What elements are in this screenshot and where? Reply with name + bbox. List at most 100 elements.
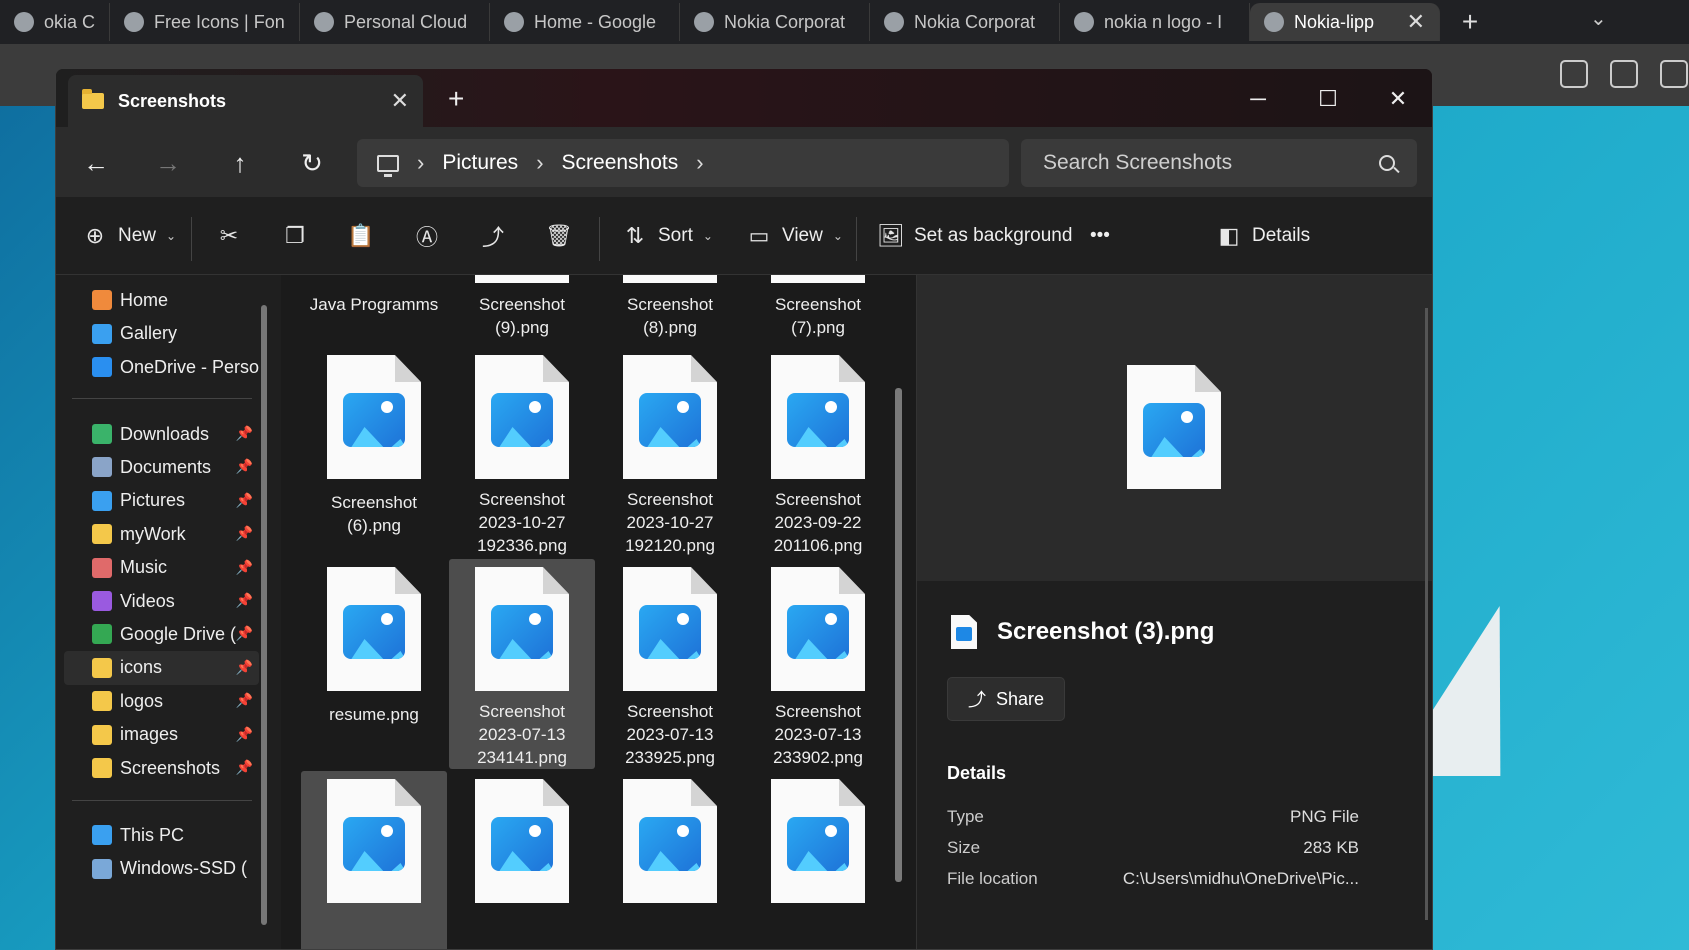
view-button[interactable]: ▭ View ⌄ [746, 217, 843, 255]
sidebar-item-music[interactable]: Music 📌 [64, 551, 259, 585]
file-item[interactable]: Screenshot (8).png [597, 275, 743, 339]
file-item[interactable] [301, 771, 447, 949]
forward-button[interactable]: → [150, 145, 186, 181]
refresh-button[interactable]: ↻ [294, 145, 330, 181]
sidebar-scrollbar[interactable] [261, 305, 267, 925]
delete-button[interactable]: 🗑 [545, 217, 573, 255]
browser-tab-label: okia Corporat [44, 11, 95, 32]
sidebar-item-mywork[interactable]: myWork 📌 [64, 517, 259, 551]
sidebar-item-onedrive-persor[interactable]: OneDrive - Persor [64, 350, 259, 384]
browser-tab[interactable]: Nokia Corporat [870, 3, 1060, 41]
sidebar-item-pictures[interactable]: Pictures 📌 [64, 484, 259, 518]
pin-icon[interactable]: 📌 [236, 525, 253, 542]
this-pc-icon[interactable] [377, 154, 399, 177]
extensions-icon[interactable] [1560, 60, 1588, 88]
minimize-button[interactable]: ─ [1238, 79, 1278, 119]
sidebar-item-screenshots[interactable]: Screenshots 📌 [64, 751, 259, 785]
pin-icon[interactable]: 📌 [236, 492, 253, 509]
sidebar-icon[interactable] [1610, 60, 1638, 88]
sidebar-divider [72, 398, 252, 399]
wallet-icon[interactable] [1660, 60, 1688, 88]
pin-icon[interactable]: 📌 [236, 726, 253, 743]
file-item[interactable]: Screenshot 2023-09-22 201106.png [745, 347, 891, 557]
file-grid-scrollbar[interactable] [895, 388, 902, 882]
breadcrumb-screenshots[interactable]: Screenshots [562, 151, 679, 175]
sidebar-item-home[interactable]: Home [64, 283, 259, 317]
sidebar-item-images[interactable]: images 📌 [64, 718, 259, 752]
image-file-icon [951, 615, 977, 649]
breadcrumb-separator[interactable]: › [696, 150, 703, 176]
file-item[interactable] [745, 771, 891, 949]
file-item[interactable]: Screenshot 2023-07-13 233902.png [745, 559, 891, 769]
browser-tab[interactable]: Nokia-lipp ✕ [1250, 3, 1440, 41]
google-drive-icon [92, 624, 112, 645]
sidebar-item-this-pc[interactable]: This PC [64, 818, 259, 852]
pin-icon[interactable]: 📌 [236, 625, 253, 642]
up-button[interactable]: ↑ [222, 145, 258, 181]
breadcrumb-separator[interactable]: › [536, 150, 543, 176]
file-item[interactable] [449, 771, 595, 949]
file-item[interactable]: Screenshot 2023-10-27 192336.png [449, 347, 595, 557]
folder-item[interactable]: Java Programms [301, 275, 447, 316]
pin-icon[interactable]: 📌 [236, 559, 253, 576]
sidebar-item-documents[interactable]: Documents 📌 [64, 450, 259, 484]
file-item[interactable]: Screenshot 2023-10-27 192120.png [597, 347, 743, 557]
explorer-tab[interactable]: Screenshots ✕ [68, 75, 423, 127]
sidebar-item-logos[interactable]: logos 📌 [64, 684, 259, 718]
set-as-background-button[interactable]: 🖼 Set as background [877, 217, 1072, 255]
cut-button[interactable]: ✂ [216, 217, 242, 255]
file-item[interactable]: Screenshot (9).png [449, 275, 595, 339]
close-tab-icon[interactable]: ✕ [1407, 9, 1425, 35]
tab-list-chevron-icon[interactable]: ⌄ [1590, 6, 1607, 31]
sort-button[interactable]: ⇅ Sort ⌄ [622, 217, 713, 255]
sidebar-item-gallery[interactable]: Gallery [64, 317, 259, 351]
breadcrumb-separator[interactable]: › [417, 150, 424, 176]
close-window-button[interactable]: ✕ [1378, 79, 1418, 119]
file-item[interactable]: Screenshot 2023-07-13 233925.png [597, 559, 743, 769]
file-name: resume.png [329, 705, 419, 724]
browser-tab[interactable]: Home - Google [490, 3, 680, 41]
file-item[interactable]: Screenshot (6).png [301, 347, 447, 557]
more-options-button[interactable]: ••• [1090, 217, 1110, 255]
details-scrollbar[interactable] [1425, 308, 1428, 920]
sidebar-item-windows-ssd[interactable]: Windows-SSD ( [64, 852, 259, 886]
close-tab-icon[interactable]: ✕ [391, 88, 409, 114]
file-item[interactable]: resume.png [301, 559, 447, 769]
address-bar[interactable]: › Pictures › Screenshots › [357, 139, 1009, 187]
sidebar-item-videos[interactable]: Videos 📌 [64, 584, 259, 618]
search-icon[interactable] [1379, 155, 1395, 171]
share-button[interactable]: ⤴ [480, 217, 506, 255]
rename-button[interactable]: Ⓐ [414, 217, 440, 255]
browser-new-tab-button[interactable]: + [1440, 6, 1500, 38]
paste-button[interactable]: 📋 [347, 217, 375, 255]
pin-icon[interactable]: 📌 [236, 458, 253, 475]
browser-tab[interactable]: nokia n logo - I [1060, 3, 1250, 41]
pin-icon[interactable]: 📌 [236, 592, 253, 609]
browser-tab[interactable]: Free Icons | Fon [110, 3, 300, 41]
new-tab-button[interactable]: + [448, 83, 464, 115]
pin-icon[interactable]: 📌 [236, 759, 253, 776]
browser-tab[interactable]: Personal Cloud [300, 3, 490, 41]
sidebar-item-downloads[interactable]: Downloads 📌 [64, 417, 259, 451]
sidebar-item-icons[interactable]: icons 📌 [64, 650, 259, 685]
pin-icon[interactable]: 📌 [236, 659, 253, 676]
pin-icon[interactable]: 📌 [236, 425, 253, 442]
details-share-button[interactable]: ⤴ Share [947, 677, 1065, 721]
breadcrumb-pictures[interactable]: Pictures [442, 151, 518, 175]
pin-icon[interactable]: 📌 [236, 692, 253, 709]
back-button[interactable]: ← [78, 145, 114, 181]
copy-button[interactable]: ❐ [282, 217, 308, 255]
file-item[interactable]: Screenshot 2023-07-13 234141.png [449, 559, 595, 769]
new-button[interactable]: ⊕ New ⌄ [82, 217, 176, 255]
maximize-button[interactable]: ☐ [1308, 79, 1348, 119]
detail-key: Size [947, 838, 981, 857]
file-item[interactable]: Screenshot (7).png [745, 275, 891, 339]
paste-icon: 📋 [347, 223, 375, 248]
browser-tab[interactable]: okia Corporat [0, 3, 110, 41]
sidebar-item-google-drive[interactable]: Google Drive (📌 [64, 617, 259, 651]
browser-tab[interactable]: Nokia Corporat [680, 3, 870, 41]
details-toggle-button[interactable]: ◧ Details [1216, 217, 1310, 255]
plus-circle-icon: ⊕ [85, 223, 105, 248]
file-item[interactable] [597, 771, 743, 949]
search-input[interactable]: Search Screenshots [1021, 139, 1417, 187]
